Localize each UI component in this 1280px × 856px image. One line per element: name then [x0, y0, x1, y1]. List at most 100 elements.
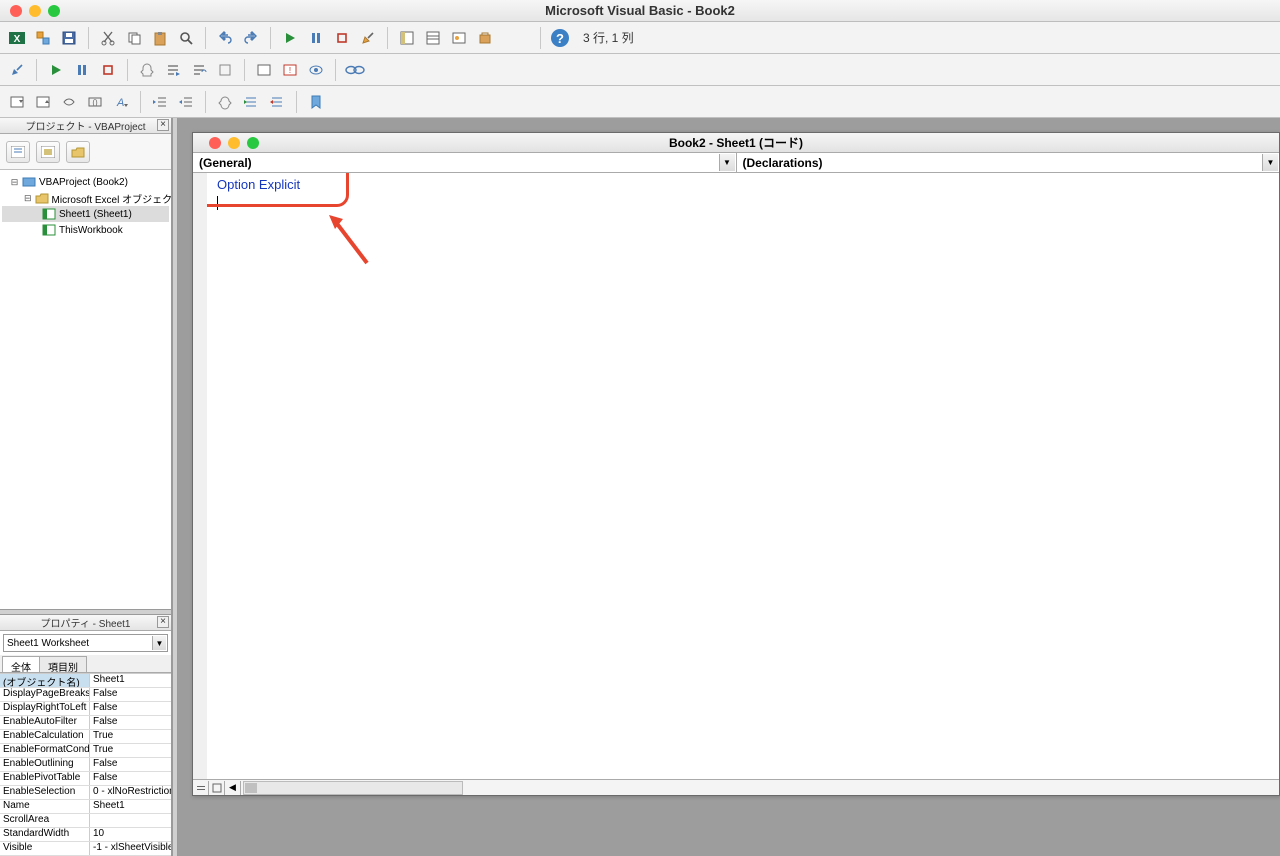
- properties-table[interactable]: (オブジェクト名)Sheet1DisplayPageBreaksFalseDis…: [0, 673, 171, 856]
- find-icon[interactable]: [175, 27, 197, 49]
- property-row[interactable]: EnableAutoFilterFalse: [0, 716, 171, 730]
- property-value[interactable]: -1 - xlSheetVisible: [90, 842, 171, 855]
- compile-icon[interactable]: [6, 59, 28, 81]
- insert-userform-icon[interactable]: [32, 27, 54, 49]
- parameter-info-icon[interactable]: (): [84, 91, 106, 113]
- toolbox-icon[interactable]: [474, 27, 496, 49]
- scroll-left-button[interactable]: ◀: [225, 781, 241, 795]
- run-debug-icon[interactable]: [45, 59, 67, 81]
- tab-categorized[interactable]: 項目別: [39, 656, 87, 672]
- property-value[interactable]: 10: [90, 828, 171, 841]
- code-close-button[interactable]: [209, 137, 221, 149]
- object-dropdown-text: (General): [199, 156, 252, 170]
- code-editor[interactable]: Option Explicit: [193, 173, 1279, 779]
- design-mode-icon[interactable]: [357, 27, 379, 49]
- property-name: Visible: [0, 842, 90, 855]
- toggle-breakpoint-icon[interactable]: [136, 59, 158, 81]
- code-window-titlebar[interactable]: Book2 - Sheet1 (コード): [193, 133, 1279, 153]
- project-pane-close-icon[interactable]: ×: [157, 119, 169, 131]
- property-value[interactable]: [90, 814, 171, 827]
- property-value[interactable]: True: [90, 744, 171, 757]
- step-out-icon[interactable]: [214, 59, 236, 81]
- property-row[interactable]: (オブジェクト名)Sheet1: [0, 674, 171, 688]
- cut-icon[interactable]: [97, 27, 119, 49]
- object-browser-icon[interactable]: [448, 27, 470, 49]
- undo-icon[interactable]: [214, 27, 236, 49]
- horizontal-scrollbar[interactable]: [243, 781, 463, 795]
- property-row[interactable]: DisplayPageBreaksFalse: [0, 688, 171, 702]
- property-value[interactable]: False: [90, 702, 171, 715]
- pause-debug-icon[interactable]: [71, 59, 93, 81]
- reset-icon[interactable]: [331, 27, 353, 49]
- property-value[interactable]: Sheet1: [90, 800, 171, 813]
- copy-icon[interactable]: [123, 27, 145, 49]
- view-code-button[interactable]: [6, 141, 30, 163]
- code-zoom-button[interactable]: [247, 137, 259, 149]
- property-value[interactable]: 0 - xlNoRestriction: [90, 786, 171, 799]
- outdent-icon[interactable]: [175, 91, 197, 113]
- minimize-window-button[interactable]: [29, 5, 41, 17]
- object-dropdown[interactable]: (General) ▼: [193, 153, 737, 172]
- svg-text:A: A: [116, 97, 124, 109]
- step-into-icon[interactable]: [162, 59, 184, 81]
- property-value[interactable]: False: [90, 758, 171, 771]
- property-row[interactable]: EnableCalculationTrue: [0, 730, 171, 744]
- uncomment-block-icon[interactable]: [266, 91, 288, 113]
- step-over-icon[interactable]: [188, 59, 210, 81]
- stop-debug-icon[interactable]: [97, 59, 119, 81]
- project-tree[interactable]: ⊟VBAProject (Book2) ⊟Microsoft Excel オブジ…: [0, 170, 171, 609]
- property-value[interactable]: Sheet1: [90, 674, 171, 687]
- property-row[interactable]: EnableFormatConditiTrue: [0, 744, 171, 758]
- property-row[interactable]: StandardWidth10: [0, 828, 171, 842]
- watch-window-icon[interactable]: [305, 59, 327, 81]
- toggle-folders-button[interactable]: [66, 141, 90, 163]
- zoom-window-button[interactable]: [48, 5, 60, 17]
- comment-block-icon[interactable]: [240, 91, 262, 113]
- tree-root[interactable]: ⊟VBAProject (Book2): [2, 174, 169, 190]
- code-minimize-button[interactable]: [228, 137, 240, 149]
- property-value[interactable]: True: [90, 730, 171, 743]
- properties-pane-close-icon[interactable]: ×: [157, 616, 169, 628]
- property-row[interactable]: EnableOutliningFalse: [0, 758, 171, 772]
- quick-watch-icon[interactable]: [344, 59, 366, 81]
- quick-info-icon[interactable]: [58, 91, 80, 113]
- redo-icon[interactable]: [240, 27, 262, 49]
- paste-icon[interactable]: [149, 27, 171, 49]
- break-icon[interactable]: [305, 27, 327, 49]
- view-object-button[interactable]: [36, 141, 60, 163]
- property-row[interactable]: NameSheet1: [0, 800, 171, 814]
- property-row[interactable]: ScrollArea: [0, 814, 171, 828]
- list-properties-icon[interactable]: [6, 91, 28, 113]
- procedure-view-button[interactable]: [193, 781, 209, 795]
- property-row[interactable]: EnableSelection0 - xlNoRestriction: [0, 786, 171, 800]
- property-row[interactable]: Visible-1 - xlSheetVisible: [0, 842, 171, 856]
- tab-alphabetic[interactable]: 全体: [2, 656, 40, 672]
- close-window-button[interactable]: [10, 5, 22, 17]
- project-explorer-icon[interactable]: [396, 27, 418, 49]
- properties-object-combo[interactable]: Sheet1 Worksheet ▼: [3, 634, 168, 652]
- save-icon[interactable]: [58, 27, 80, 49]
- excel-icon[interactable]: X: [6, 27, 28, 49]
- toggle-bookmark-icon[interactable]: [305, 91, 327, 113]
- tree-item-thisworkbook[interactable]: ThisWorkbook: [2, 222, 169, 238]
- procedure-dropdown[interactable]: (Declarations) ▼: [737, 153, 1280, 172]
- complete-word-icon[interactable]: A: [110, 91, 132, 113]
- immediate-window-icon[interactable]: !: [279, 59, 301, 81]
- tree-item-label: Sheet1 (Sheet1): [59, 209, 132, 220]
- help-icon[interactable]: ?: [549, 27, 571, 49]
- property-value[interactable]: False: [90, 772, 171, 785]
- property-row[interactable]: EnablePivotTableFalse: [0, 772, 171, 786]
- run-sub-icon[interactable]: [279, 27, 301, 49]
- locals-window-icon[interactable]: [253, 59, 275, 81]
- property-value[interactable]: False: [90, 688, 171, 701]
- property-row[interactable]: DisplayRightToLeftFalse: [0, 702, 171, 716]
- property-value[interactable]: False: [90, 716, 171, 729]
- properties-window-icon[interactable]: [422, 27, 444, 49]
- full-module-view-button[interactable]: [209, 781, 225, 795]
- svg-text:?: ?: [556, 31, 564, 46]
- indent-icon[interactable]: [149, 91, 171, 113]
- toggle-breakpoint2-icon[interactable]: [214, 91, 236, 113]
- tree-folder[interactable]: ⊟Microsoft Excel オブジェクト: [2, 190, 169, 206]
- tree-item-sheet1[interactable]: Sheet1 (Sheet1): [2, 206, 169, 222]
- list-constants-icon[interactable]: [32, 91, 54, 113]
